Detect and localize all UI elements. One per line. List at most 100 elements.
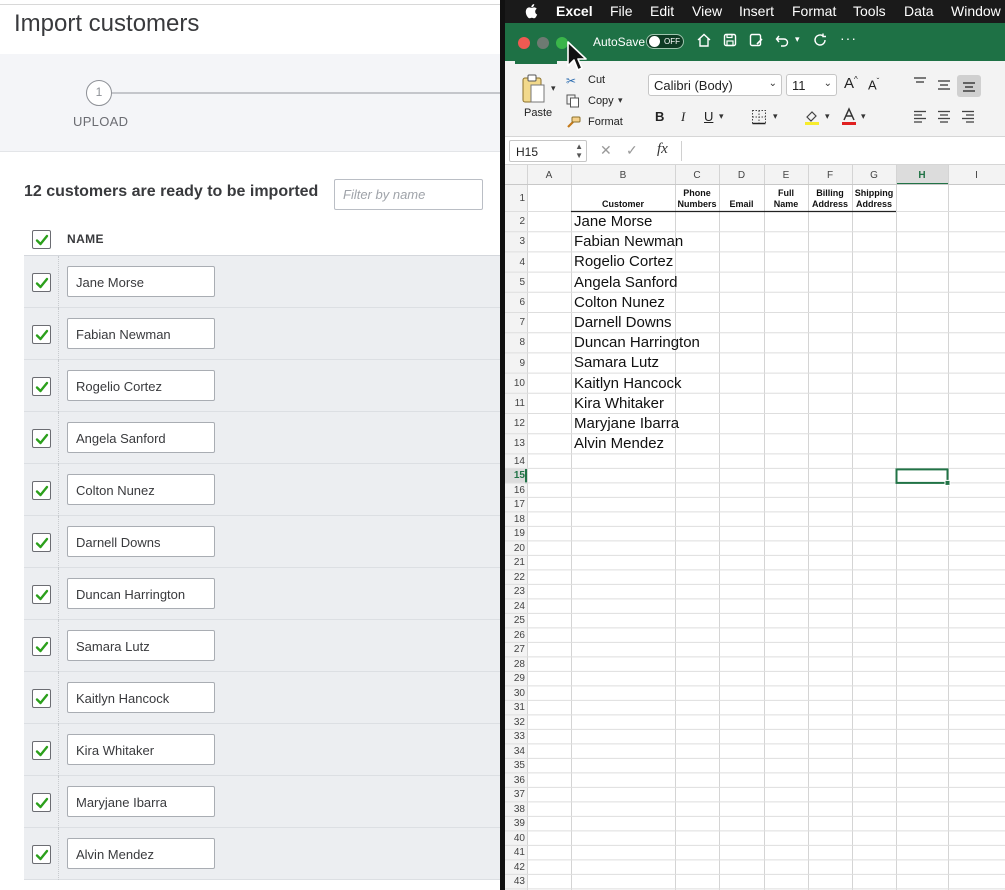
row-header-5[interactable]: 5 [505, 277, 525, 288]
row-header-10[interactable]: 10 [505, 378, 525, 389]
customer-name-field[interactable]: Angela Sanford [67, 422, 215, 453]
row-header-42[interactable]: 42 [505, 862, 525, 873]
row-header-33[interactable]: 33 [505, 731, 525, 742]
cut-button[interactable]: Cut [588, 74, 605, 86]
column-header-d[interactable]: D [719, 170, 764, 181]
row-header-43[interactable]: 43 [505, 876, 525, 887]
align-bottom-button[interactable] [957, 75, 981, 97]
row-header-16[interactable]: 16 [505, 485, 525, 496]
customer-name-field[interactable]: Maryjane Ibarra [67, 786, 215, 817]
row-checkbox[interactable] [32, 585, 51, 604]
row-header-12[interactable]: 12 [505, 418, 525, 429]
row-checkbox[interactable] [32, 845, 51, 864]
menu-excel[interactable]: Excel [556, 3, 593, 19]
borders-icon[interactable] [751, 109, 767, 125]
customer-name-field[interactable]: Colton Nunez [67, 474, 215, 505]
row-checkbox[interactable] [32, 481, 51, 500]
confirm-entry-icon[interactable]: ✓ [626, 142, 638, 159]
row-header-25[interactable]: 25 [505, 615, 525, 626]
row-header-8[interactable]: 8 [505, 337, 525, 348]
menu-window[interactable]: Window [951, 3, 1001, 19]
row-checkbox[interactable] [32, 637, 51, 656]
column-header-f[interactable]: F [808, 170, 852, 181]
row-header-6[interactable]: 6 [505, 297, 525, 308]
row-checkbox[interactable] [32, 689, 51, 708]
column-header-h[interactable]: H [896, 170, 948, 181]
copy-dropdown-icon[interactable]: ▾ [618, 95, 623, 106]
menu-view[interactable]: View [692, 3, 722, 19]
row-header-23[interactable]: 23 [505, 586, 525, 597]
spreadsheet-grid[interactable]: A B C D E F G H I 1 2 3 4 5 6 7 8 9 10 11 12 13 14 15 16 17 18 19 20… [505, 165, 1005, 890]
row-header-27[interactable]: 27 [505, 644, 525, 655]
customer-name-field[interactable]: Alvin Mendez [67, 838, 215, 869]
customer-name-field[interactable]: Kaitlyn Hancock [67, 682, 215, 713]
underline-button[interactable]: U [704, 109, 713, 124]
undo-dropdown-icon[interactable]: ▾ [795, 34, 800, 45]
row-header-20[interactable]: 20 [505, 543, 525, 554]
italic-button[interactable]: I [681, 109, 685, 125]
row-header-39[interactable]: 39 [505, 818, 525, 829]
row-checkbox[interactable] [32, 325, 51, 344]
row-header-4[interactable]: 4 [505, 257, 525, 268]
row-header-24[interactable]: 24 [505, 601, 525, 612]
row-header-7[interactable]: 7 [505, 317, 525, 328]
row-header-14[interactable]: 14 [505, 456, 525, 467]
format-painter-button[interactable]: Format [588, 116, 623, 128]
paste-label[interactable]: Paste [524, 107, 552, 119]
column-header-i[interactable]: I [948, 170, 1005, 181]
row-header-21[interactable]: 21 [505, 557, 525, 568]
font-name-dropdown[interactable]: Calibri (Body) ⌄ [648, 74, 782, 96]
row-header-40[interactable]: 40 [505, 833, 525, 844]
align-center-icon[interactable] [937, 110, 951, 123]
undo-icon[interactable] [774, 32, 790, 48]
borders-dropdown-icon[interactable]: ▾ [773, 111, 778, 122]
column-header-a[interactable]: A [527, 170, 571, 181]
menu-file[interactable]: File [610, 3, 633, 19]
copy-button[interactable]: Copy [588, 95, 614, 107]
row-header-26[interactable]: 26 [505, 630, 525, 641]
row-checkbox[interactable] [32, 273, 51, 292]
customer-name-field[interactable]: Duncan Harrington [67, 578, 215, 609]
customer-name-field[interactable]: Samara Lutz [67, 630, 215, 661]
row-header-11[interactable]: 11 [505, 398, 525, 409]
filter-by-name-input[interactable] [334, 179, 483, 210]
row-header-36[interactable]: 36 [505, 775, 525, 786]
row-header-29[interactable]: 29 [505, 673, 525, 684]
home-icon[interactable] [696, 32, 712, 48]
row-header-18[interactable]: 18 [505, 514, 525, 525]
font-size-dropdown[interactable]: 11 ⌄ [786, 74, 837, 96]
row-header-34[interactable]: 34 [505, 746, 525, 757]
bold-button[interactable]: B [655, 109, 664, 124]
row-checkbox[interactable] [32, 741, 51, 760]
row-header-31[interactable]: 31 [505, 702, 525, 713]
paste-icon[interactable] [520, 73, 546, 105]
row-header-28[interactable]: 28 [505, 659, 525, 670]
column-header-e[interactable]: E [764, 170, 808, 181]
align-left-icon[interactable] [913, 110, 927, 123]
row-header-9[interactable]: 9 [505, 358, 525, 369]
autosave-toggle[interactable]: OFF [646, 34, 684, 49]
column-header-c[interactable]: C [675, 170, 719, 181]
menu-tools[interactable]: Tools [853, 3, 886, 19]
row-header-3[interactable]: 3 [505, 236, 525, 247]
customer-name-field[interactable]: Darnell Downs [67, 526, 215, 557]
row-header-35[interactable]: 35 [505, 760, 525, 771]
scissors-icon[interactable]: ✂ [566, 74, 576, 88]
select-all-checkbox[interactable] [32, 230, 51, 249]
name-box[interactable]: H15 ▲ ▼ [509, 140, 587, 162]
fill-color-icon[interactable] [803, 108, 821, 126]
customer-name-field[interactable]: Fabian Newman [67, 318, 215, 349]
minimize-window-button[interactable] [537, 37, 549, 49]
row-header-22[interactable]: 22 [505, 572, 525, 583]
copy-icon[interactable] [566, 94, 580, 108]
underline-dropdown-icon[interactable]: ▾ [719, 111, 724, 122]
cancel-entry-icon[interactable]: ✕ [600, 142, 612, 159]
row-checkbox[interactable] [32, 533, 51, 552]
close-window-button[interactable] [518, 37, 530, 49]
row-header-37[interactable]: 37 [505, 789, 525, 800]
column-header-g[interactable]: G [852, 170, 896, 181]
customer-name-field[interactable]: Jane Morse [67, 266, 215, 297]
font-color-dropdown-icon[interactable]: ▾ [861, 111, 866, 122]
format-painter-icon[interactable] [566, 115, 581, 129]
row-header-30[interactable]: 30 [505, 688, 525, 699]
